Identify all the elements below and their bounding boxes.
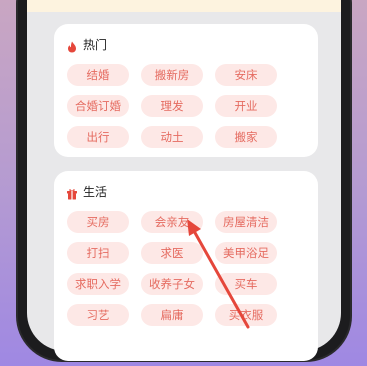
life-tag-grid: 买房 会亲友 房屋清洁 打扫 求医 美甲浴足 求职入学 收养子女 买车 习艺 扁… <box>67 211 307 326</box>
tag-item[interactable]: 理发 <box>141 95 203 117</box>
hot-tag-grid: 结婚 搬新房 安床 合婚订婚 理发 开业 出行 动土 搬家 <box>67 64 307 148</box>
tag-item[interactable]: 搬家 <box>215 126 277 148</box>
hot-section-header: 热门 <box>66 34 107 54</box>
life-section-card: 生活 买房 会亲友 房屋清洁 打扫 求医 美甲浴足 求职入学 收养子女 买车 习… <box>54 171 318 361</box>
tag-item[interactable]: 美甲浴足 <box>215 242 277 264</box>
tag-item[interactable]: 买房 <box>67 211 129 233</box>
tag-item[interactable]: 求医 <box>141 242 203 264</box>
tag-item[interactable]: 求职入学 <box>67 273 129 295</box>
life-section-header: 生活 <box>66 181 107 201</box>
tag-item[interactable]: 会亲友 <box>141 211 203 233</box>
tag-item[interactable]: 开业 <box>215 95 277 117</box>
hot-section-title: 热门 <box>83 37 108 52</box>
tag-item[interactable]: 动土 <box>141 126 203 148</box>
tag-item[interactable]: 打扫 <box>67 242 129 264</box>
tag-item[interactable]: 结婚 <box>67 64 129 86</box>
tag-item[interactable]: 扁庸 <box>141 304 203 326</box>
flame-icon <box>66 38 78 53</box>
life-section-title: 生活 <box>83 184 108 199</box>
tag-item[interactable]: 买衣服 <box>215 304 277 326</box>
tag-item[interactable]: 房屋清洁 <box>215 211 277 233</box>
tag-item[interactable]: 合婚订婚 <box>67 95 129 117</box>
top-banner-strip <box>27 0 341 12</box>
tag-item[interactable]: 收养子女 <box>141 273 203 295</box>
tag-item[interactable]: 买车 <box>215 273 277 295</box>
hot-section-card: 热门 结婚 搬新房 安床 合婚订婚 理发 开业 出行 动土 搬家 <box>54 24 318 157</box>
tag-item[interactable]: 安床 <box>215 64 277 86</box>
gift-icon <box>66 185 78 200</box>
tag-item[interactable]: 出行 <box>67 126 129 148</box>
tag-item[interactable]: 搬新房 <box>141 64 203 86</box>
tag-item[interactable]: 习艺 <box>67 304 129 326</box>
